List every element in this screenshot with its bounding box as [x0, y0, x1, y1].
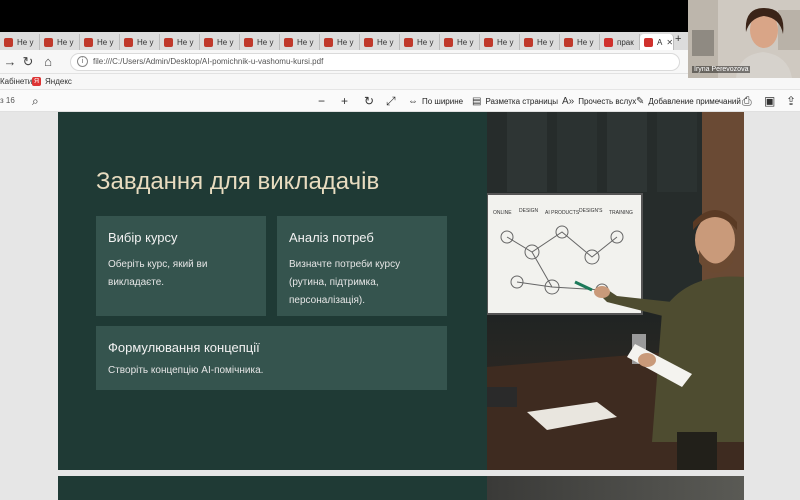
webcam-overlay: Iryna Perevozova	[688, 0, 800, 78]
new-tab-icon[interactable]: +	[675, 33, 681, 45]
tab-favicon-icon	[524, 37, 533, 47]
whiteboard-label: DESIGN	[519, 208, 539, 214]
zoom-in-icon[interactable]: +	[341, 94, 348, 108]
slide-title: Завдання для викладачів	[96, 168, 380, 195]
browser-tab[interactable]: Не у	[200, 34, 240, 50]
next-slide-page	[58, 476, 744, 500]
tab-favicon-icon	[564, 37, 573, 47]
browser-tab[interactable]: Не у	[560, 34, 600, 50]
browser-tab[interactable]: Не у	[320, 34, 360, 50]
bookmark-yandex[interactable]: Я Яндекс	[32, 77, 72, 86]
browser-tab-active[interactable]: А ✕	[640, 34, 674, 50]
tab-favicon-icon	[404, 37, 413, 47]
browser-tab[interactable]: Не у	[520, 34, 560, 50]
read-aloud-icon: A»	[562, 95, 575, 107]
tab-favicon-icon	[444, 37, 453, 47]
card-body: Оберіть курс, який ви викладаєте.	[108, 259, 208, 288]
tab-favicon-icon	[284, 37, 293, 47]
info-icon[interactable]: i	[77, 56, 88, 67]
back-icon[interactable]: →	[2, 54, 18, 70]
pdf-toolbar: з 16 ⌕ − + ↻ ⤢ ⇔ По ширине ▤ Разметка стра…	[0, 90, 800, 112]
bookmark-cabinets[interactable]: Кабінети	[0, 77, 32, 86]
slide-page: Завдання для викладачів Вибір курсу Обер…	[58, 112, 744, 470]
zoom-out-icon[interactable]: −	[318, 94, 325, 108]
browser-tab-practice[interactable]: прак	[600, 34, 640, 50]
card-heading: Аналіз потреб	[289, 230, 374, 245]
search-icon[interactable]: ⌕	[32, 94, 39, 108]
browser-tab[interactable]: Не у	[0, 34, 40, 50]
bookmarks-bar: Кабінети Я Яндекс	[0, 74, 800, 90]
tab-favicon-icon	[84, 37, 93, 47]
page-count: з 16	[0, 96, 15, 105]
print-icon[interactable]: ⎙	[742, 94, 752, 108]
pdf-favicon-icon	[644, 37, 653, 47]
fit-width-icon: ⇔	[408, 95, 418, 107]
read-aloud-button[interactable]: A» Прочесть вслух	[562, 94, 636, 108]
share-icon[interactable]: ⇪	[786, 94, 796, 108]
tab-favicon-icon	[124, 37, 133, 47]
browser-tab[interactable]: Не у	[400, 34, 440, 50]
browser-tab[interactable]: Не у	[280, 34, 320, 50]
add-notes-button[interactable]: ✎ Добавление примечаний	[636, 94, 741, 108]
whiteboard-label: AI PRODUCTS	[545, 210, 580, 216]
whiteboard-label: DESIGN'S	[579, 208, 603, 214]
page-layout-icon: ▤	[472, 95, 482, 107]
whiteboard-label: TRAINING	[609, 210, 633, 216]
rotate-icon[interactable]: ↻	[364, 94, 374, 108]
pdf-favicon-icon	[604, 37, 613, 47]
home-icon[interactable]: ⌂	[40, 54, 56, 70]
whiteboard-label: ONLINE	[493, 210, 512, 216]
browser-tab[interactable]: Не у	[40, 34, 80, 50]
card-body: Визначте потреби курсу (рутина, підтримк…	[289, 259, 401, 306]
reload-icon[interactable]: ↻	[20, 54, 36, 70]
pen-icon: ✎	[636, 95, 645, 107]
url-text: file:///C:/Users/Admin/Desktop/AI-pomich…	[93, 57, 324, 66]
fit-width-button[interactable]: ⇔ По ширине	[408, 94, 463, 108]
tab-favicon-icon	[164, 37, 173, 47]
tab-favicon-icon	[324, 37, 333, 47]
tab-favicon-icon	[244, 37, 253, 47]
browser-tab[interactable]: Не у	[480, 34, 520, 50]
card-heading: Вибір курсу	[108, 230, 178, 245]
yandex-icon: Я	[32, 77, 41, 86]
tab-favicon-icon	[484, 37, 493, 47]
task-card-needs-analysis: Аналіз потреб Визначте потреби курсу (ру…	[277, 216, 447, 316]
browser-tab[interactable]: Не у	[120, 34, 160, 50]
task-card-concept: Формулювання концепції Створіть концепці…	[96, 326, 447, 390]
card-body: Створіть концепцію AI-помічника.	[108, 365, 264, 376]
address-toolbar: → ↻ ⌂ i file:///C:/Users/Admin/Desktop/A…	[0, 50, 800, 74]
browser-tab[interactable]: Не у	[440, 34, 480, 50]
presenter-photo-illustration: ONLINE DESIGN AI PRODUCTS DESIGN'S TRAIN…	[487, 112, 744, 470]
browser-tab[interactable]: Не у	[160, 34, 200, 50]
browser-tab[interactable]: Не у	[360, 34, 400, 50]
close-tab-icon[interactable]: ✕	[666, 38, 673, 47]
save-icon[interactable]: ▣	[764, 94, 775, 108]
next-slide-photo	[487, 476, 744, 500]
tab-favicon-icon	[44, 37, 53, 47]
card-heading: Формулювання концепції	[108, 340, 260, 355]
tab-favicon-icon	[4, 37, 13, 47]
fullscreen-icon[interactable]: ⤢	[386, 94, 396, 108]
slide-photo: ONLINE DESIGN AI PRODUCTS DESIGN'S TRAIN…	[487, 112, 744, 470]
page-layout-button[interactable]: ▤ Разметка страницы	[472, 94, 558, 108]
address-bar[interactable]: i file:///C:/Users/Admin/Desktop/AI-pomi…	[70, 53, 680, 71]
screen-top-bar	[0, 0, 800, 32]
browser-tab[interactable]: Не у	[240, 34, 280, 50]
browser-tab[interactable]: Не у	[80, 34, 120, 50]
tab-favicon-icon	[204, 37, 213, 47]
task-card-course-choice: Вибір курсу Оберіть курс, який ви виклад…	[96, 216, 266, 316]
webcam-participant-name: Iryna Perevozova	[692, 66, 751, 73]
tab-favicon-icon	[364, 37, 373, 47]
